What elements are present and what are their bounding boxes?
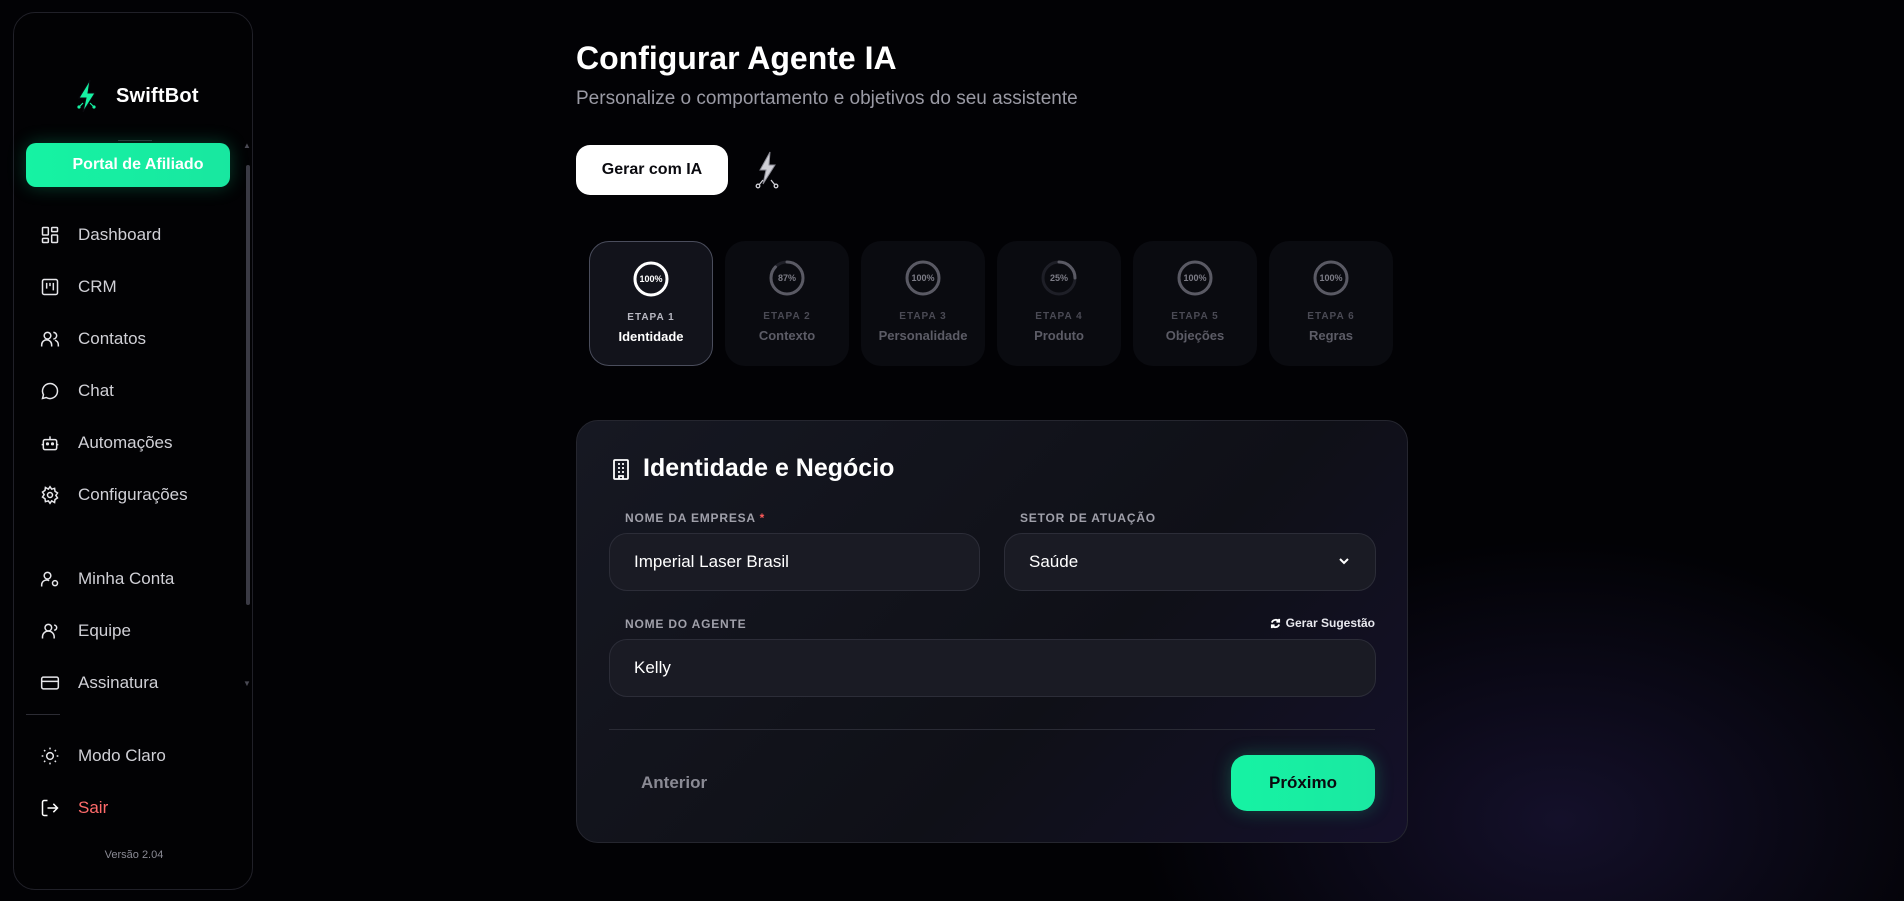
divider <box>609 729 1375 730</box>
step-number: ETAPA 6 <box>1307 311 1355 322</box>
divider <box>26 714 60 715</box>
step-name: Objeções <box>1165 328 1225 343</box>
step-4-produto[interactable]: 25% ETAPA 4 Produto <box>997 241 1121 366</box>
sidebar-item-label: Configurações <box>78 485 188 504</box>
scroll-down-arrow[interactable]: ▼ <box>243 679 251 688</box>
affiliate-portal-button[interactable]: Portal de Afiliado <box>26 143 230 187</box>
progress-ring: 100% <box>904 259 942 297</box>
page-title: Configurar Agente IA <box>576 40 897 76</box>
card-title-text: Identidade e Negócio <box>643 454 895 482</box>
agent-name-input[interactable]: Kelly <box>609 639 1376 697</box>
sector-label: SETOR DE ATUAÇÃO <box>1020 511 1156 525</box>
step-number: ETAPA 3 <box>899 311 947 322</box>
sidebar-item-label: Assinatura <box>78 673 159 692</box>
identity-form-card: Identidade e Negócio NOME DA EMPRESA * I… <box>576 420 1408 843</box>
step-2-contexto[interactable]: 87% ETAPA 2 Contexto <box>725 241 849 366</box>
progress-ring: 100% <box>632 260 670 298</box>
progress-ring: 25% <box>1040 259 1078 297</box>
sidebar-item-crm[interactable]: CRM <box>40 277 117 297</box>
step-6-regras[interactable]: 100% ETAPA 6 Regras <box>1269 241 1393 366</box>
user-cog-icon <box>40 571 59 587</box>
step-number: ETAPA 2 <box>763 311 811 322</box>
progress-label: 100% <box>1183 273 1207 283</box>
sidebar-item-label: Automações <box>78 433 173 452</box>
sector-select[interactable]: Saúde <box>1004 533 1376 591</box>
sidebar-item-dashboard[interactable]: Dashboard <box>40 225 161 245</box>
step-number: ETAPA 4 <box>1035 311 1083 322</box>
theme-toggle-label: Modo Claro <box>78 746 166 765</box>
required-mark: * <box>759 511 766 525</box>
sidebar: SwiftBot Portal de Afiliado Dashboard CR… <box>13 12 253 890</box>
sidebar-item-label: Dashboard <box>78 225 162 244</box>
step-name: Personalidade <box>878 328 968 343</box>
gear-icon <box>41 485 59 505</box>
step-5-objecoes[interactable]: 100% ETAPA 5 Objeções <box>1133 241 1257 366</box>
step-1-identidade[interactable]: 100% ETAPA 1 Identidade <box>589 241 713 366</box>
team-icon <box>41 623 58 639</box>
company-name-label-text: NOME DA EMPRESA <box>625 511 756 525</box>
credit-card-icon <box>40 676 60 690</box>
sidebar-item-minha-conta[interactable]: Minha Conta <box>40 569 174 589</box>
agent-name-label: NOME DO AGENTE <box>625 617 747 631</box>
progress-ring: 100% <box>1312 259 1350 297</box>
progress-ring: 100% <box>1176 259 1214 297</box>
sidebar-item-contatos[interactable]: Contatos <box>40 329 146 349</box>
card-title: Identidade e Negócio <box>611 454 894 483</box>
sidebar-item-configuracoes[interactable]: Configurações <box>40 485 188 505</box>
brand-name: SwiftBot <box>116 84 199 107</box>
progress-label: 100% <box>1319 273 1343 283</box>
sun-icon <box>41 747 59 765</box>
generate-suggestion-button[interactable]: Gerar Sugestão <box>1270 616 1375 630</box>
step-name: Contexto <box>758 328 816 343</box>
step-number: ETAPA 5 <box>1171 311 1219 322</box>
bot-icon <box>41 436 59 451</box>
divider <box>118 140 152 141</box>
previous-button[interactable]: Anterior <box>641 773 707 793</box>
next-button[interactable]: Próximo <box>1231 755 1375 811</box>
step-name: Produto <box>1034 328 1084 343</box>
page-subtitle: Personalize o comportamento e objetivos … <box>576 88 1078 109</box>
progress-label: 25% <box>1049 273 1068 283</box>
sidebar-item-label: Contatos <box>78 329 147 348</box>
sidebar-item-chat[interactable]: Chat <box>40 381 114 401</box>
sidebar-item-label: Minha Conta <box>78 569 175 588</box>
brand[interactable]: SwiftBot <box>74 79 199 113</box>
sidebar-item-equipe[interactable]: Equipe <box>40 621 131 641</box>
users-icon <box>40 331 60 347</box>
ai-lightning-icon[interactable] <box>752 150 782 192</box>
wizard-steps: 100% ETAPA 1 Identidade 87% ETAPA 2 Cont… <box>589 241 1393 366</box>
logout-button[interactable]: Sair <box>40 798 108 818</box>
logout-icon <box>41 799 59 817</box>
company-name-input[interactable]: Imperial Laser Brasil <box>609 533 980 591</box>
progress-label: 100% <box>911 273 935 283</box>
sidebar-item-label: Equipe <box>78 621 131 640</box>
logout-label: Sair <box>78 798 109 817</box>
refresh-icon <box>1270 618 1280 628</box>
generate-with-ai-button[interactable]: Gerar com IA <box>576 145 728 195</box>
generate-suggestion-label: Gerar Sugestão <box>1285 616 1375 630</box>
step-3-personalidade[interactable]: 100% ETAPA 3 Personalidade <box>861 241 985 366</box>
lightning-logo-icon <box>77 79 96 113</box>
step-name: Identidade <box>618 329 684 344</box>
scrollbar-thumb[interactable] <box>246 165 250 605</box>
sidebar-item-automacoes[interactable]: Automações <box>40 433 173 453</box>
sidebar-item-label: CRM <box>78 277 117 296</box>
progress-label: 100% <box>639 274 663 284</box>
step-name: Regras <box>1308 328 1354 343</box>
version-label: Versão 2.04 <box>104 849 164 861</box>
sidebar-item-label: Chat <box>78 381 114 400</box>
company-name-label: NOME DA EMPRESA * <box>625 511 765 525</box>
kanban-icon <box>41 278 59 296</box>
building-icon <box>613 458 629 480</box>
dashboard-icon <box>41 226 59 244</box>
progress-ring: 87% <box>768 259 806 297</box>
theme-toggle-button[interactable]: Modo Claro <box>40 746 166 766</box>
chevron-down-icon <box>1339 558 1349 565</box>
chat-icon <box>41 382 59 400</box>
progress-label: 87% <box>777 273 796 283</box>
scroll-up-arrow[interactable]: ▲ <box>243 141 251 150</box>
sidebar-item-assinatura[interactable]: Assinatura <box>40 673 158 693</box>
step-number: ETAPA 1 <box>627 312 675 323</box>
sector-select-value: Saúde <box>1029 552 1079 571</box>
